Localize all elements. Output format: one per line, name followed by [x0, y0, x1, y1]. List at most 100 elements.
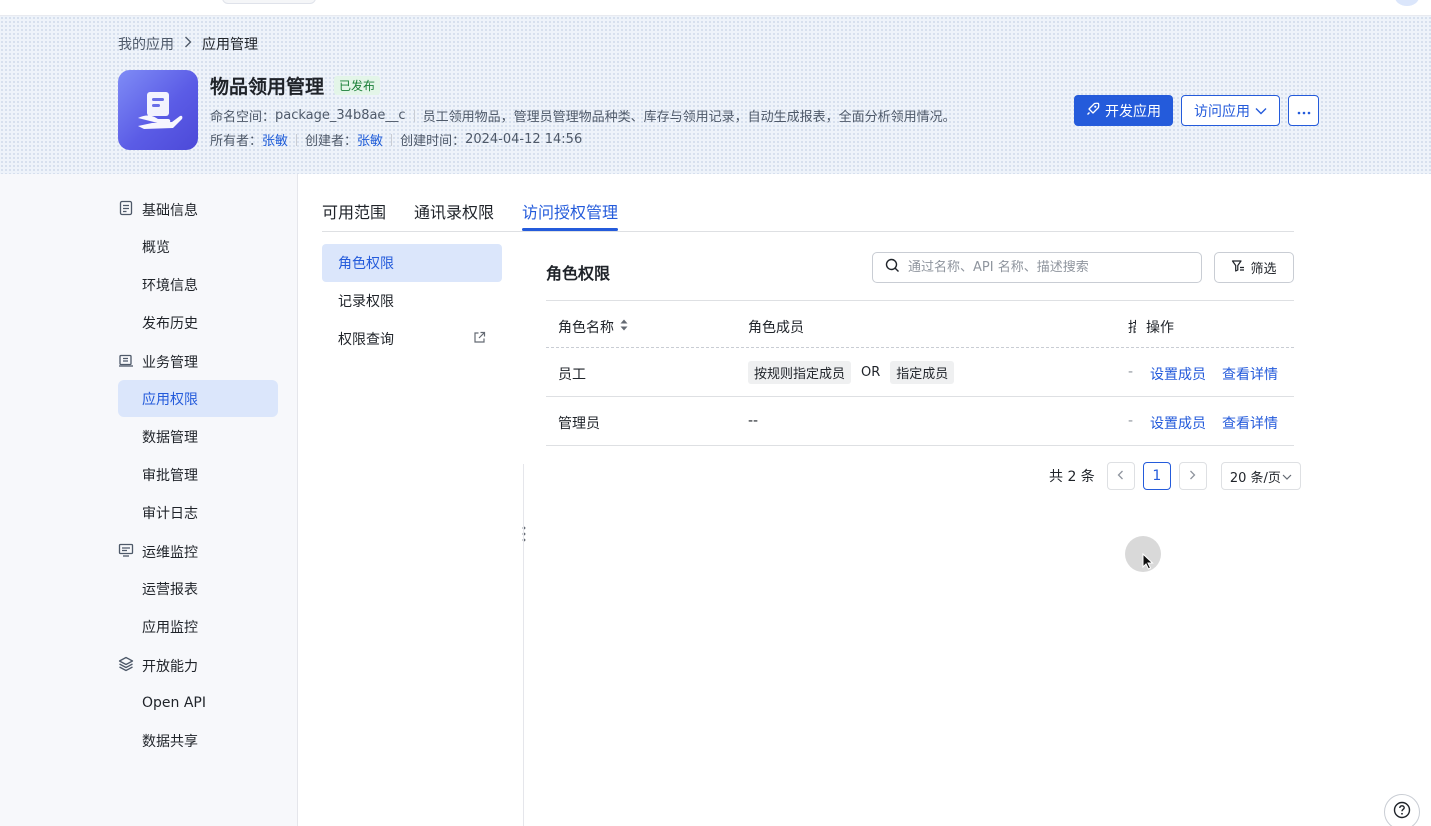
sidebar-item-approval-management[interactable]: 审批管理	[118, 456, 278, 493]
prev-page-button[interactable]	[1106, 462, 1135, 490]
table-row: 管理员 -- - 设置成员 查看详情	[546, 397, 1294, 446]
table-row: 员工 按规则指定成员 OR 指定成员 - 设置成员 查看详情	[546, 348, 1294, 397]
search-input[interactable]	[908, 260, 1188, 275]
app-header: 我的应用 应用管理 物品领用管理 已发布 命名空间： package_34b8a…	[0, 16, 1431, 174]
chevron-left-icon	[1117, 468, 1124, 484]
member-rule-tag: 按规则指定成员	[748, 361, 852, 384]
namespace-value: package_34b8ae__c	[275, 108, 406, 123]
header-actions: 开发应用 访问应用	[1074, 95, 1319, 126]
role-search-box[interactable]	[872, 252, 1202, 283]
set-members-link[interactable]: 设置成员	[1150, 364, 1206, 384]
role-members-cell: 按规则指定成员 OR 指定成员	[748, 361, 955, 384]
sidebar-item-app-permissions[interactable]: 应用权限	[118, 380, 278, 417]
subnav-role-permissions[interactable]: 角色权限	[322, 244, 502, 282]
member-specified-tag: 指定成员	[890, 361, 955, 384]
top-bar-tab[interactable]	[222, 0, 316, 4]
owner-label: 所有者：	[210, 134, 263, 149]
tab-contacts-permission[interactable]: 通讯录权限	[414, 199, 494, 223]
table-header: 角色名称 角色成员 描 操作	[546, 300, 1294, 348]
creator-label: 创建者：	[305, 134, 358, 149]
sidebar-item-audit-log[interactable]: 审计日志	[118, 494, 278, 531]
rocket-icon	[1086, 102, 1100, 120]
role-name-cell: 员工	[558, 367, 586, 383]
sidebar-item-open-api[interactable]: Open API	[118, 684, 278, 721]
develop-app-label: 开发应用	[1105, 103, 1161, 120]
description-cell: -	[1128, 364, 1134, 380]
meta-divider	[391, 133, 393, 146]
user-avatar[interactable]	[1395, 0, 1419, 6]
document-icon	[118, 200, 134, 220]
sort-icon[interactable]	[620, 319, 628, 335]
sidebar-group-business: 业务管理	[118, 352, 198, 372]
filter-icon	[1231, 259, 1245, 277]
sidebar-item-environment[interactable]: 环境信息	[118, 266, 278, 303]
active-tab-indicator	[522, 228, 618, 231]
subnav-label: 角色权限	[338, 256, 394, 272]
namespace-label: 命名空间：	[210, 110, 276, 125]
role-name-cell: 管理员	[558, 416, 600, 432]
sidebar-item-overview[interactable]: 概览	[118, 228, 278, 265]
view-details-link[interactable]: 查看详情	[1222, 413, 1278, 433]
more-actions-button[interactable]	[1288, 95, 1319, 126]
column-role-members: 角色成员	[748, 317, 804, 337]
main-content: 可用范围 通讯录权限 访问授权管理 角色权限 记录权限 权限查询 角色权限 通过…	[298, 174, 1431, 826]
tab-availability[interactable]: 可用范围	[322, 199, 386, 223]
subnav-label: 权限查询	[338, 332, 394, 348]
briefcase-icon	[118, 352, 134, 372]
hand-box-icon	[138, 92, 183, 129]
column-label: 角色成员	[748, 320, 804, 336]
filter-label: 筛选	[1250, 262, 1277, 277]
sidebar-group-open-capabilities: 开放能力	[118, 656, 198, 676]
layers-icon	[118, 656, 134, 676]
monitor-icon	[118, 542, 134, 562]
page-size-select[interactable]: 20 条/页	[1220, 462, 1301, 490]
column-label: 角色名称	[558, 320, 614, 336]
help-button[interactable]	[1384, 794, 1420, 826]
breadcrumb-current: 应用管理	[202, 37, 258, 53]
column-actions: 操作	[1146, 317, 1174, 337]
tab-access-authorization[interactable]: 访问授权管理	[522, 199, 618, 223]
created-time-label: 创建时间：	[400, 134, 466, 149]
subnav-permission-query[interactable]: 权限查询	[322, 320, 502, 358]
subnav-record-permissions[interactable]: 记录权限	[322, 282, 502, 320]
visit-app-label: 访问应用	[1194, 103, 1250, 120]
filter-button[interactable]: 筛选	[1214, 252, 1294, 283]
sidebar-item-operations-report[interactable]: 运营报表	[118, 570, 278, 607]
sidebar-item-release-history[interactable]: 发布历史	[118, 304, 278, 341]
app-meta-owner-row: 所有者： 张敏 创建者： 张敏 创建时间： 2024-04-12 14:56	[210, 130, 582, 149]
view-details-link[interactable]: 查看详情	[1222, 364, 1278, 384]
top-bar	[0, 0, 1431, 16]
app-meta-namespace-row: 命名空间： package_34b8ae__c 员工领用物品，管理员管理物品种类…	[210, 106, 956, 125]
column-role-name[interactable]: 角色名称	[558, 317, 628, 337]
actions-cell: 设置成员 查看详情	[1150, 413, 1278, 433]
page-size-value: 20 条/页	[1229, 470, 1281, 486]
sidebar-item-data-sharing[interactable]: 数据共享	[118, 722, 278, 759]
chevron-down-icon	[1255, 103, 1267, 119]
visit-app-button[interactable]: 访问应用	[1181, 95, 1280, 126]
meta-divider	[296, 133, 298, 146]
column-label: 描	[1128, 320, 1136, 336]
member-joiner: OR	[861, 365, 881, 380]
total-count: 共 2 条	[1049, 469, 1095, 485]
breadcrumb-my-apps[interactable]: 我的应用	[118, 34, 174, 54]
sidebar-group-label: 运维监控	[142, 545, 198, 561]
description-cell: -	[1128, 413, 1134, 429]
ellipsis-icon	[1297, 103, 1311, 119]
sidebar-item-data-management[interactable]: 数据管理	[118, 418, 278, 455]
owner-link[interactable]: 张敏	[262, 130, 288, 149]
page-number-button[interactable]: 1	[1142, 462, 1171, 490]
panel-title: 角色权限	[546, 264, 611, 283]
created-time-value: 2024-04-12 14:56	[465, 132, 583, 147]
search-icon	[885, 258, 900, 277]
sidebar-item-app-monitoring[interactable]: 应用监控	[118, 608, 278, 645]
tab-bar: 可用范围 通讯录权限 访问授权管理	[322, 174, 1294, 232]
question-icon	[1393, 801, 1411, 823]
column-label: 操作	[1146, 320, 1174, 336]
sidebar: 基础信息 概览 环境信息 发布历史 业务管理 应用权限 数据管理 审批管理 审计…	[0, 174, 298, 826]
set-members-link[interactable]: 设置成员	[1150, 413, 1206, 433]
next-page-button[interactable]	[1178, 462, 1207, 490]
creator-link[interactable]: 张敏	[357, 130, 383, 149]
breadcrumb: 我的应用 应用管理	[118, 34, 258, 54]
chevron-right-icon	[1189, 468, 1196, 484]
develop-app-button[interactable]: 开发应用	[1074, 95, 1173, 126]
